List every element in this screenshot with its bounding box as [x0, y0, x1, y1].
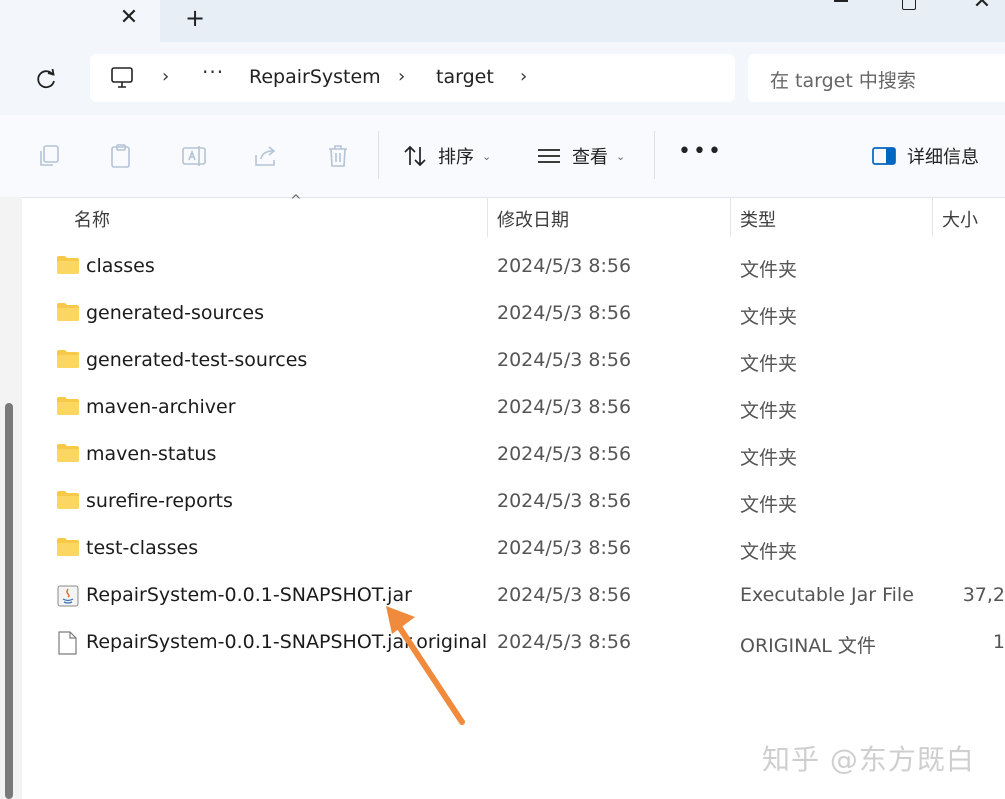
column-size[interactable]: 大小 [942, 206, 978, 232]
chevron-down-icon: ⌄ [482, 149, 492, 163]
file-name: surefire-reports [86, 490, 233, 512]
file-date-modified: 2024/5/3 8:56 [497, 584, 632, 606]
new-tab-button[interactable]: + [182, 4, 208, 32]
java-jar-icon [56, 584, 80, 608]
file-row[interactable]: RepairSystem-0.0.1-SNAPSHOT.jar 2024/5/3 … [22, 573, 1005, 620]
maximize-button[interactable] [902, 0, 916, 10]
file-name: test-classes [86, 537, 199, 559]
sort-icon [404, 145, 426, 167]
search-input[interactable]: 在 target 中搜索 [770, 66, 916, 93]
chevron-down-icon: ⌄ [616, 149, 626, 163]
file-name: generated-sources [86, 302, 264, 324]
file-date-modified: 2024/5/3 8:56 [497, 443, 632, 465]
file-date-modified: 2024/5/3 8:56 [497, 537, 632, 559]
sort-button[interactable]: 排序 ⌄ [402, 139, 491, 173]
file-list: classes 2024/5/3 8:56 文件夹 generated-sources… [22, 244, 1005, 667]
scrollbar-thumb[interactable] [5, 403, 13, 799]
folder-icon [56, 537, 80, 561]
column-type[interactable]: 类型 [740, 206, 776, 232]
this-pc-icon [110, 67, 134, 93]
minimize-button[interactable] [830, 0, 852, 8]
command-bar: 排序 ⌄ 查看 ⌄ ••• 详细信息 [0, 115, 1005, 198]
column-header-row: ^ 名称 修改日期 类型 大小 [22, 193, 1005, 239]
file-row[interactable]: maven-status 2024/5/3 8:56 文件夹 [22, 432, 1005, 479]
file-row[interactable]: generated-test-sources 2024/5/3 8:56 文件夹 [22, 338, 1005, 385]
file-type: Executable Jar File [740, 584, 914, 606]
file-date-modified: 2024/5/3 8:56 [497, 255, 632, 277]
delete-icon[interactable] [325, 143, 351, 169]
folder-icon [56, 349, 80, 373]
annotation-arrow-icon [386, 606, 465, 725]
details-pane-button[interactable]: 详细信息 [871, 139, 979, 173]
tab-strip: ✕ + ✕ [0, 0, 1005, 42]
folder-icon [56, 302, 80, 326]
window-close-button[interactable]: ✕ [970, 0, 994, 14]
file-row[interactable]: maven-archiver 2024/5/3 8:56 文件夹 [22, 385, 1005, 432]
file-name: classes [86, 255, 155, 277]
address-bar[interactable]: › ··· RepairSystem › target › [90, 54, 735, 102]
folder-icon [56, 255, 80, 279]
chevron-right-icon[interactable]: › [520, 66, 527, 87]
tab-close-button[interactable]: ✕ [116, 4, 142, 32]
column-name[interactable]: 名称 [74, 206, 110, 232]
file-row[interactable]: test-classes 2024/5/3 8:56 文件夹 [22, 526, 1005, 573]
rename-icon[interactable] [181, 143, 207, 169]
file-name: RepairSystem-0.0.1-SNAPSHOT.jar [86, 584, 412, 606]
details-pane-label: 详细信息 [907, 147, 979, 168]
active-tab[interactable]: ✕ [0, 0, 160, 42]
file-type: 文件夹 [740, 259, 798, 281]
file-row[interactable]: classes 2024/5/3 8:56 文件夹 [22, 244, 1005, 291]
column-divider[interactable] [487, 197, 488, 237]
file-date-modified: 2024/5/3 8:56 [497, 490, 632, 512]
file-name: generated-test-sources [86, 349, 308, 371]
search-box[interactable]: 在 target 中搜索 [748, 54, 1005, 102]
chevron-right-icon[interactable]: › [162, 66, 169, 87]
file-row[interactable]: surefire-reports 2024/5/3 8:56 文件夹 [22, 479, 1005, 526]
sort-label: 排序 [438, 147, 474, 168]
column-divider[interactable] [932, 197, 933, 237]
view-label: 查看 [572, 147, 608, 168]
refresh-icon [37, 68, 55, 89]
file-date-modified: 2024/5/3 8:56 [497, 349, 632, 371]
file-type: 文件夹 [740, 447, 798, 469]
file-date-modified: 2024/5/3 8:56 [497, 302, 632, 324]
breadcrumb-overflow-button[interactable]: ··· [202, 60, 224, 84]
file-icon [56, 631, 80, 655]
breadcrumb-target[interactable]: target [436, 66, 494, 88]
folder-icon [56, 443, 80, 467]
file-size: 37,2 [962, 584, 1005, 606]
more-options-button[interactable]: ••• [678, 139, 723, 164]
folder-icon [56, 396, 80, 420]
file-row[interactable]: generated-sources 2024/5/3 8:56 文件夹 [22, 291, 1005, 338]
file-name: maven-status [86, 443, 217, 465]
file-date-modified: 2024/5/3 8:56 [497, 396, 632, 418]
navigation-bar: › ··· RepairSystem › target › 在 target 中… [0, 42, 1005, 115]
share-icon[interactable] [253, 143, 279, 169]
file-row[interactable]: RepairSystem-0.0.1-SNAPSHOT.jar.original… [22, 620, 1005, 667]
toolbar-divider [378, 131, 379, 179]
toolbar-divider [654, 131, 655, 179]
view-button[interactable]: 查看 ⌄ [536, 139, 625, 173]
sort-ascending-icon: ^ [290, 193, 302, 209]
copy-icon[interactable] [37, 143, 63, 169]
view-icon [538, 149, 560, 163]
refresh-button[interactable] [32, 66, 60, 94]
file-type: 文件夹 [740, 306, 798, 328]
paste-icon[interactable] [108, 143, 134, 169]
file-date-modified: 2024/5/3 8:56 [497, 631, 632, 653]
details-pane-icon [872, 147, 896, 165]
file-type: 文件夹 [740, 541, 798, 563]
file-size: 1 [992, 631, 1005, 653]
file-type: 文件夹 [740, 400, 798, 422]
breadcrumb-repairsystem[interactable]: RepairSystem [249, 66, 381, 88]
column-date-modified[interactable]: 修改日期 [497, 206, 569, 232]
chevron-right-icon[interactable]: › [398, 66, 405, 87]
file-type: ORIGINAL 文件 [740, 635, 876, 657]
file-name: maven-archiver [86, 396, 236, 418]
column-divider[interactable] [730, 197, 731, 237]
file-type: 文件夹 [740, 494, 798, 516]
watermark: 知乎 @东方既白 [762, 743, 975, 776]
file-type: 文件夹 [740, 353, 798, 375]
folder-icon [56, 490, 80, 514]
